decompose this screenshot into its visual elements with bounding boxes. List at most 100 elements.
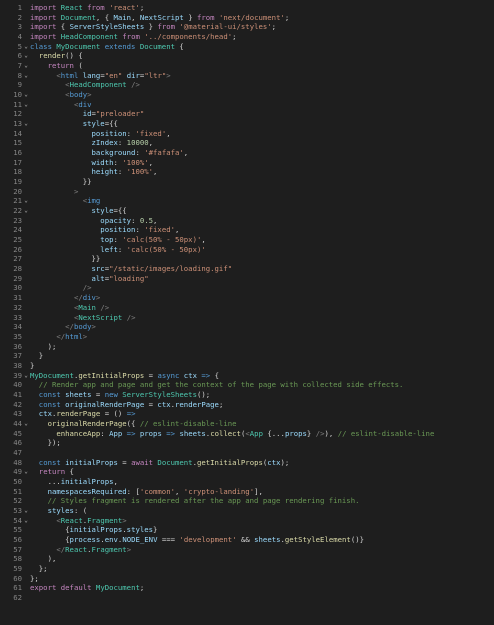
code-line[interactable]: 27 }}	[0, 254, 494, 264]
code-line[interactable]: 29 alt="loading"	[0, 274, 494, 284]
code-line[interactable]: 33 <NextScript />	[0, 313, 494, 323]
code-token: :	[131, 215, 140, 225]
code-token: ,	[201, 235, 206, 245]
code-line[interactable]: 61 export default MyDocument;	[0, 583, 494, 593]
fold-chevron-icon[interactable]: ⌄	[22, 467, 30, 477]
code-line[interactable]: 46 });	[0, 438, 494, 448]
code-line[interactable]: 38}	[0, 361, 494, 371]
fold-chevron-icon[interactable]: ⌄	[22, 51, 30, 61]
code-line[interactable]: 58 ),	[0, 554, 494, 564]
code-line[interactable]: 3 import { ServerStyleSheets } from '@mat…	[0, 22, 494, 32]
code-line[interactable]: 54 ⌄ <React.Fragment>	[0, 516, 494, 526]
code-line[interactable]: 8 ⌄ <html lang="en" dir="ltr">	[0, 71, 494, 81]
fold-chevron-icon[interactable]: ⌄	[22, 100, 30, 110]
fold-chevron-icon[interactable]: ⌄	[22, 61, 30, 71]
code-line[interactable]: 14 position: 'fixed',	[0, 129, 494, 139]
line-number: 47	[13, 447, 22, 457]
code-token: from	[157, 22, 180, 32]
code-line[interactable]: 59 };	[0, 564, 494, 574]
code-line[interactable]: 9 <HeadComponent />	[0, 80, 494, 90]
code-line[interactable]: 53 ⌄ styles: (	[0, 506, 494, 516]
fold-chevron-icon[interactable]: ⌄	[22, 506, 30, 516]
line-number: 55	[13, 525, 22, 535]
code-text: />	[30, 283, 494, 293]
code-line[interactable]: 51 namespacesRequired: ['common', 'crypt…	[0, 487, 494, 497]
code-line[interactable]: 6 ⌄ render() {	[0, 51, 494, 61]
code-line[interactable]: 30 />	[0, 283, 494, 293]
code-token: initialProps	[60, 476, 114, 486]
code-token: process	[69, 534, 101, 544]
code-token: "preloader"	[95, 109, 145, 119]
code-line[interactable]: 10 ⌄ <body>	[0, 90, 494, 100]
code-token: styles	[47, 505, 74, 515]
code-line[interactable]: 57 </React.Fragment>	[0, 545, 494, 555]
code-line[interactable]: 23 opacity: 0.5,	[0, 216, 494, 226]
code-line[interactable]: 50 ...initialProps,	[0, 477, 494, 487]
code-line[interactable]: 52 // Styles fragment is rendered after …	[0, 496, 494, 506]
code-line[interactable]: 60};	[0, 574, 494, 584]
code-line[interactable]: 55 {initialProps.styles}	[0, 525, 494, 535]
code-line[interactable]: 18 height: '100%',	[0, 167, 494, 177]
code-line[interactable]: 16 background: '#fafafa',	[0, 148, 494, 158]
code-token: ,	[153, 167, 158, 177]
code-line[interactable]: 40 // Render app and page and get the co…	[0, 380, 494, 390]
code-line[interactable]: 20 >	[0, 187, 494, 197]
code-line[interactable]: 15 zIndex: 10000,	[0, 138, 494, 148]
code-line[interactable]: 24 position: 'fixed',	[0, 225, 494, 235]
fold-chevron-icon[interactable]: ⌄	[22, 419, 30, 429]
code-token: getStyleElement	[284, 534, 351, 544]
code-line[interactable]: 1 import React from 'react';	[0, 3, 494, 13]
code-token: background	[91, 148, 136, 158]
code-line[interactable]: 34 </body>	[0, 322, 494, 332]
fold-chevron-icon[interactable]: ⌄	[22, 371, 30, 381]
line-number: 9	[17, 80, 22, 90]
code-line[interactable]: 25 top: 'calc(50% - 50px)',	[0, 235, 494, 245]
code-line[interactable]: 39 ⌄ MyDocument.getInitialProps = async ct…	[0, 371, 494, 381]
line-number: 20	[13, 186, 22, 196]
code-token: body	[69, 90, 88, 100]
code-line[interactable]: 31 </div>	[0, 293, 494, 303]
code-line[interactable]: 32 <Main />	[0, 303, 494, 313]
code-line[interactable]: 43 ctx.renderPage = () =>	[0, 409, 494, 419]
code-line[interactable]: 37 }	[0, 351, 494, 361]
code-line[interactable]: 22 ⌄ style={{	[0, 206, 494, 216]
code-line[interactable]: 12 id="preloader"	[0, 109, 494, 119]
code-line[interactable]: 36 );	[0, 342, 494, 352]
code-line[interactable]: 17 width: '100%',	[0, 158, 494, 168]
code-line[interactable]: 62	[0, 593, 494, 603]
code-line[interactable]: 5 ⌄ class MyDocument extends Document {	[0, 42, 494, 52]
code-line[interactable]: 2 import Document, { Main, NextScript } f…	[0, 13, 494, 23]
code-line[interactable]: 41 const sheets = new ServerStyleSheets(…	[0, 390, 494, 400]
code-line[interactable]: 26 left: 'calc(50% - 50px)'	[0, 245, 494, 255]
fold-chevron-icon[interactable]: ⌄	[22, 71, 30, 81]
fold-chevron-icon[interactable]: ⌄	[22, 119, 30, 129]
code-line[interactable]: 44 ⌄ originalRenderPage({ // eslint-disab…	[0, 419, 494, 429]
fold-chevron-icon[interactable]: ⌄	[22, 42, 30, 52]
code-token: ()}	[350, 534, 364, 544]
code-token: }}	[30, 177, 92, 187]
code-line[interactable]: 45 enhanceApp: App => props => sheets.co…	[0, 429, 494, 439]
code-line[interactable]: 13 ⌄ style={{	[0, 119, 494, 129]
fold-chevron-icon[interactable]: ⌄	[22, 516, 30, 526]
code-line[interactable]: 11 ⌄ <div	[0, 100, 494, 110]
fold-chevron-icon[interactable]: ⌄	[22, 206, 30, 216]
code-token: ctx	[157, 399, 171, 409]
code-line[interactable]: 49 ⌄ return {	[0, 467, 494, 477]
code-line[interactable]: 19 }}	[0, 177, 494, 187]
code-line[interactable]: 48 const initialProps = await Document.g…	[0, 458, 494, 468]
code-token: ;	[139, 583, 145, 593]
code-line[interactable]: 47	[0, 448, 494, 458]
code-line[interactable]: 56 {process.env.NODE_ENV === 'developmen…	[0, 535, 494, 545]
code-line[interactable]: 4 import HeadComponent from '../component…	[0, 32, 494, 42]
code-line[interactable]: 7 ⌄ return (	[0, 61, 494, 71]
code-text: <HeadComponent />	[30, 80, 494, 90]
code-line[interactable]: 42 const originalRenderPage = ctx.render…	[0, 400, 494, 410]
code-line[interactable]: 28 src="/static/images/loading.gif"	[0, 264, 494, 274]
code-editor[interactable]: 1 import React from 'react'; 2 import Docum…	[0, 0, 494, 625]
fold-chevron-icon[interactable]: ⌄	[22, 90, 30, 100]
code-line[interactable]: 35 </html>	[0, 332, 494, 342]
fold-chevron-icon[interactable]: ⌄	[22, 196, 30, 206]
code-line[interactable]: 21 ⌄ <img	[0, 196, 494, 206]
code-token: MyDocument	[30, 370, 74, 380]
